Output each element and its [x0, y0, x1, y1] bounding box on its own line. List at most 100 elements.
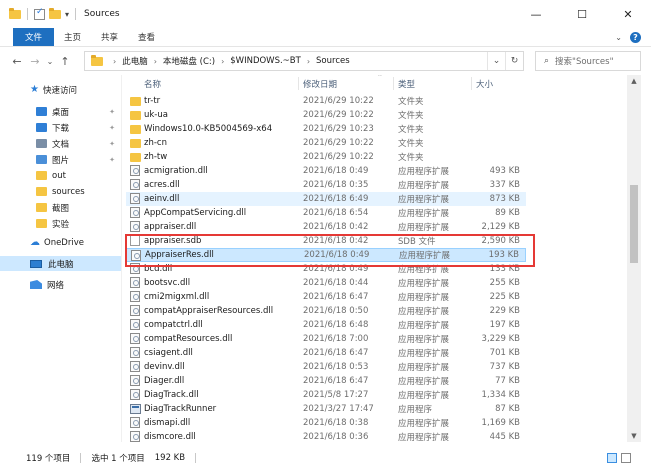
file-row[interactable]: acmigration.dll 2021/6/18 0:49 应用程序扩展 493 K… — [126, 164, 526, 178]
column-header-date[interactable]: 修改日期 — [303, 78, 337, 90]
column-divider[interactable] — [298, 77, 299, 90]
breadcrumb-this-pc[interactable]: 此电脑 — [122, 55, 148, 67]
forward-arrow-icon[interactable]: → — [26, 55, 44, 68]
file-row[interactable]: Diager.dll 2021/6/18 6:47 应用程序扩展 77 KB — [126, 374, 526, 388]
file-row[interactable]: DiagTrackRunner 2021/3/27 17:47 应用程序 87 KB — [126, 402, 526, 416]
file-date: 2021/6/18 0:49 — [303, 166, 369, 176]
file-row[interactable]: acres.dll 2021/6/18 0:35 应用程序扩展 337 KB — [126, 178, 526, 192]
address-bar[interactable]: › 此电脑 › 本地磁盘 (C:) › $WINDOWS.~BT › Sourc… — [84, 51, 524, 71]
maximize-button[interactable]: ☐ — [559, 0, 605, 28]
file-row[interactable]: tr-tr 2021/6/29 10:22 文件夹 — [126, 94, 526, 108]
scroll-down-icon[interactable]: ▼ — [627, 430, 641, 442]
vertical-scrollbar[interactable]: ▲ ▼ — [627, 75, 641, 442]
column-divider[interactable] — [393, 77, 394, 90]
column-divider[interactable] — [471, 77, 472, 90]
expand-ribbon-icon[interactable]: ⌄ — [615, 33, 622, 42]
breadcrumb-separator-icon[interactable]: › — [307, 57, 310, 66]
column-header-size[interactable]: 大小 — [476, 78, 493, 90]
file-row[interactable]: AppCompatServicing.dll 2021/6/18 6:54 应用程序… — [126, 206, 526, 220]
file-name: csiagent.dll — [144, 348, 193, 358]
file-date: 2021/6/29 10:22 — [303, 138, 374, 148]
file-date: 2021/5/8 17:27 — [303, 390, 369, 400]
properties-icon[interactable] — [34, 7, 45, 20]
tab-share[interactable]: 共享 — [91, 28, 128, 46]
sidebar-item[interactable]: 图片 ✦ — [0, 152, 121, 167]
refresh-icon[interactable]: ↻ — [505, 52, 523, 70]
breadcrumb-separator-icon[interactable]: › — [154, 57, 157, 66]
sidebar-item[interactable]: sources — [0, 184, 121, 199]
file-row[interactable]: compatctrl.dll 2021/6/18 6:48 应用程序扩展 197 KB — [126, 318, 526, 332]
file-row[interactable]: compatAppraiserResources.dll 2021/6/18 0:… — [126, 304, 526, 318]
file-row[interactable]: csiagent.dll 2021/6/18 6:47 应用程序扩展 701 KB — [126, 346, 526, 360]
close-button[interactable]: ✕ — [605, 0, 651, 28]
file-type: 应用程序扩展 — [398, 363, 450, 373]
large-icons-view-icon[interactable] — [621, 453, 631, 463]
file-icon — [130, 179, 140, 190]
file-row[interactable]: cmi2migxml.dll 2021/6/18 6:47 应用程序扩展 225 KB — [126, 290, 526, 304]
scroll-up-icon[interactable]: ▲ — [627, 75, 641, 87]
file-type: 文件夹 — [398, 125, 424, 135]
nav-onedrive[interactable]: ☁ OneDrive — [0, 235, 121, 250]
sidebar-item-label: 桌面 — [52, 107, 70, 118]
search-placeholder: 搜索"Sources" — [555, 57, 614, 67]
pin-icon: ✦ — [109, 123, 115, 132]
file-row[interactable]: compatResources.dll 2021/6/18 7:00 应用程序扩展 3… — [126, 332, 526, 346]
file-type: 应用程序扩展 — [398, 419, 450, 429]
file-row[interactable]: bcd.dll 2021/6/18 0:49 应用程序扩展 133 KB — [126, 262, 526, 276]
nav-network[interactable]: 网络 — [0, 277, 121, 292]
file-row[interactable]: zh-cn 2021/6/29 10:22 文件夹 — [126, 136, 526, 150]
tab-file[interactable]: 文件 — [13, 28, 55, 46]
file-type: 应用程序扩展 — [398, 209, 450, 219]
sidebar-item[interactable]: 截图 — [0, 200, 121, 215]
sidebar-item[interactable]: out — [0, 168, 121, 183]
nav-this-pc[interactable]: 此电脑 — [0, 256, 121, 271]
up-arrow-icon[interactable]: ↑ — [56, 55, 74, 68]
file-icon — [130, 263, 140, 274]
search-input[interactable]: ⌕ 搜索"Sources" — [535, 51, 641, 71]
file-row[interactable]: dismapi.dll 2021/6/18 0:38 应用程序扩展 1,169 KB — [126, 416, 526, 430]
customize-toolbar-icon[interactable]: ▾ — [65, 10, 69, 19]
minimize-button[interactable]: — — [513, 0, 559, 28]
nav-quick-access[interactable]: ★ 快速访问 — [0, 82, 121, 97]
file-row[interactable]: DiagTrack.dll 2021/5/8 17:27 应用程序扩展 1,334 K… — [126, 388, 526, 402]
file-row[interactable]: bootsvc.dll 2021/6/18 0:44 应用程序扩展 255 KB — [126, 276, 526, 290]
file-row[interactable]: appraiser.sdb 2021/6/18 0:42 SDB 文件 2,590 K… — [126, 234, 526, 248]
breadcrumb-separator-icon[interactable]: › — [221, 57, 224, 66]
file-name: acres.dll — [144, 180, 180, 190]
back-arrow-icon[interactable]: ← — [8, 55, 26, 68]
file-row[interactable]: appraiser.dll 2021/6/18 0:42 应用程序扩展 2,129 K… — [126, 220, 526, 234]
cloud-icon: ☁ — [30, 237, 40, 248]
breadcrumb-windows-bt[interactable]: $WINDOWS.~BT — [230, 56, 301, 66]
file-row[interactable]: aeinv.dll 2021/6/18 6:49 应用程序扩展 873 KB — [126, 192, 526, 206]
file-row[interactable]: Windows10.0-KB5004569-x64 2021/6/29 10:23… — [126, 122, 526, 136]
file-name: bcd.dll — [144, 264, 173, 274]
column-header-type[interactable]: 类型 — [398, 78, 415, 90]
breadcrumb-separator-icon[interactable]: › — [113, 57, 116, 66]
file-row[interactable]: dismcore.dll 2021/6/18 0:36 应用程序扩展 445 KB — [126, 430, 526, 442]
file-row[interactable]: uk-ua 2021/6/29 10:22 文件夹 — [126, 108, 526, 122]
sidebar-item[interactable]: 实验 — [0, 216, 121, 231]
file-row[interactable]: zh-tw 2021/6/29 10:22 文件夹 — [126, 150, 526, 164]
breadcrumb-local-disk[interactable]: 本地磁盘 (C:) — [163, 55, 215, 67]
selected-count: 选中 1 个项目 — [91, 454, 145, 464]
file-size: 2,590 KB — [481, 236, 520, 246]
file-row[interactable]: AppraiserRes.dll 2021/6/18 0:49 应用程序扩展 193 … — [126, 248, 526, 262]
breadcrumb-sources[interactable]: Sources — [316, 56, 350, 66]
sidebar-item[interactable]: 文档 ✦ — [0, 136, 121, 151]
address-dropdown-icon[interactable]: ⌄ — [487, 52, 505, 70]
new-folder-icon[interactable] — [49, 7, 61, 19]
tab-view[interactable]: 查看 — [128, 28, 165, 46]
sidebar-item[interactable]: 桌面 ✦ — [0, 104, 121, 119]
file-row[interactable]: devinv.dll 2021/6/18 0:53 应用程序扩展 737 KB — [126, 360, 526, 374]
recent-locations-icon[interactable]: ⌄ — [44, 57, 56, 66]
file-date: 2021/6/18 0:44 — [303, 278, 369, 288]
sidebar-item-label: 实验 — [52, 219, 70, 230]
help-icon[interactable]: ? — [630, 31, 641, 43]
tab-home[interactable]: 主页 — [54, 28, 91, 46]
star-icon: ★ — [30, 84, 39, 95]
navigation-bar: ← → ⌄ ↑ › 此电脑 › 本地磁盘 (C:) › $WINDOWS.~BT… — [0, 47, 651, 75]
details-view-icon[interactable] — [607, 453, 617, 463]
sidebar-item[interactable]: 下载 ✦ — [0, 120, 121, 135]
scrollbar-thumb[interactable] — [630, 185, 638, 263]
column-header-name[interactable]: 名称 — [144, 78, 161, 90]
